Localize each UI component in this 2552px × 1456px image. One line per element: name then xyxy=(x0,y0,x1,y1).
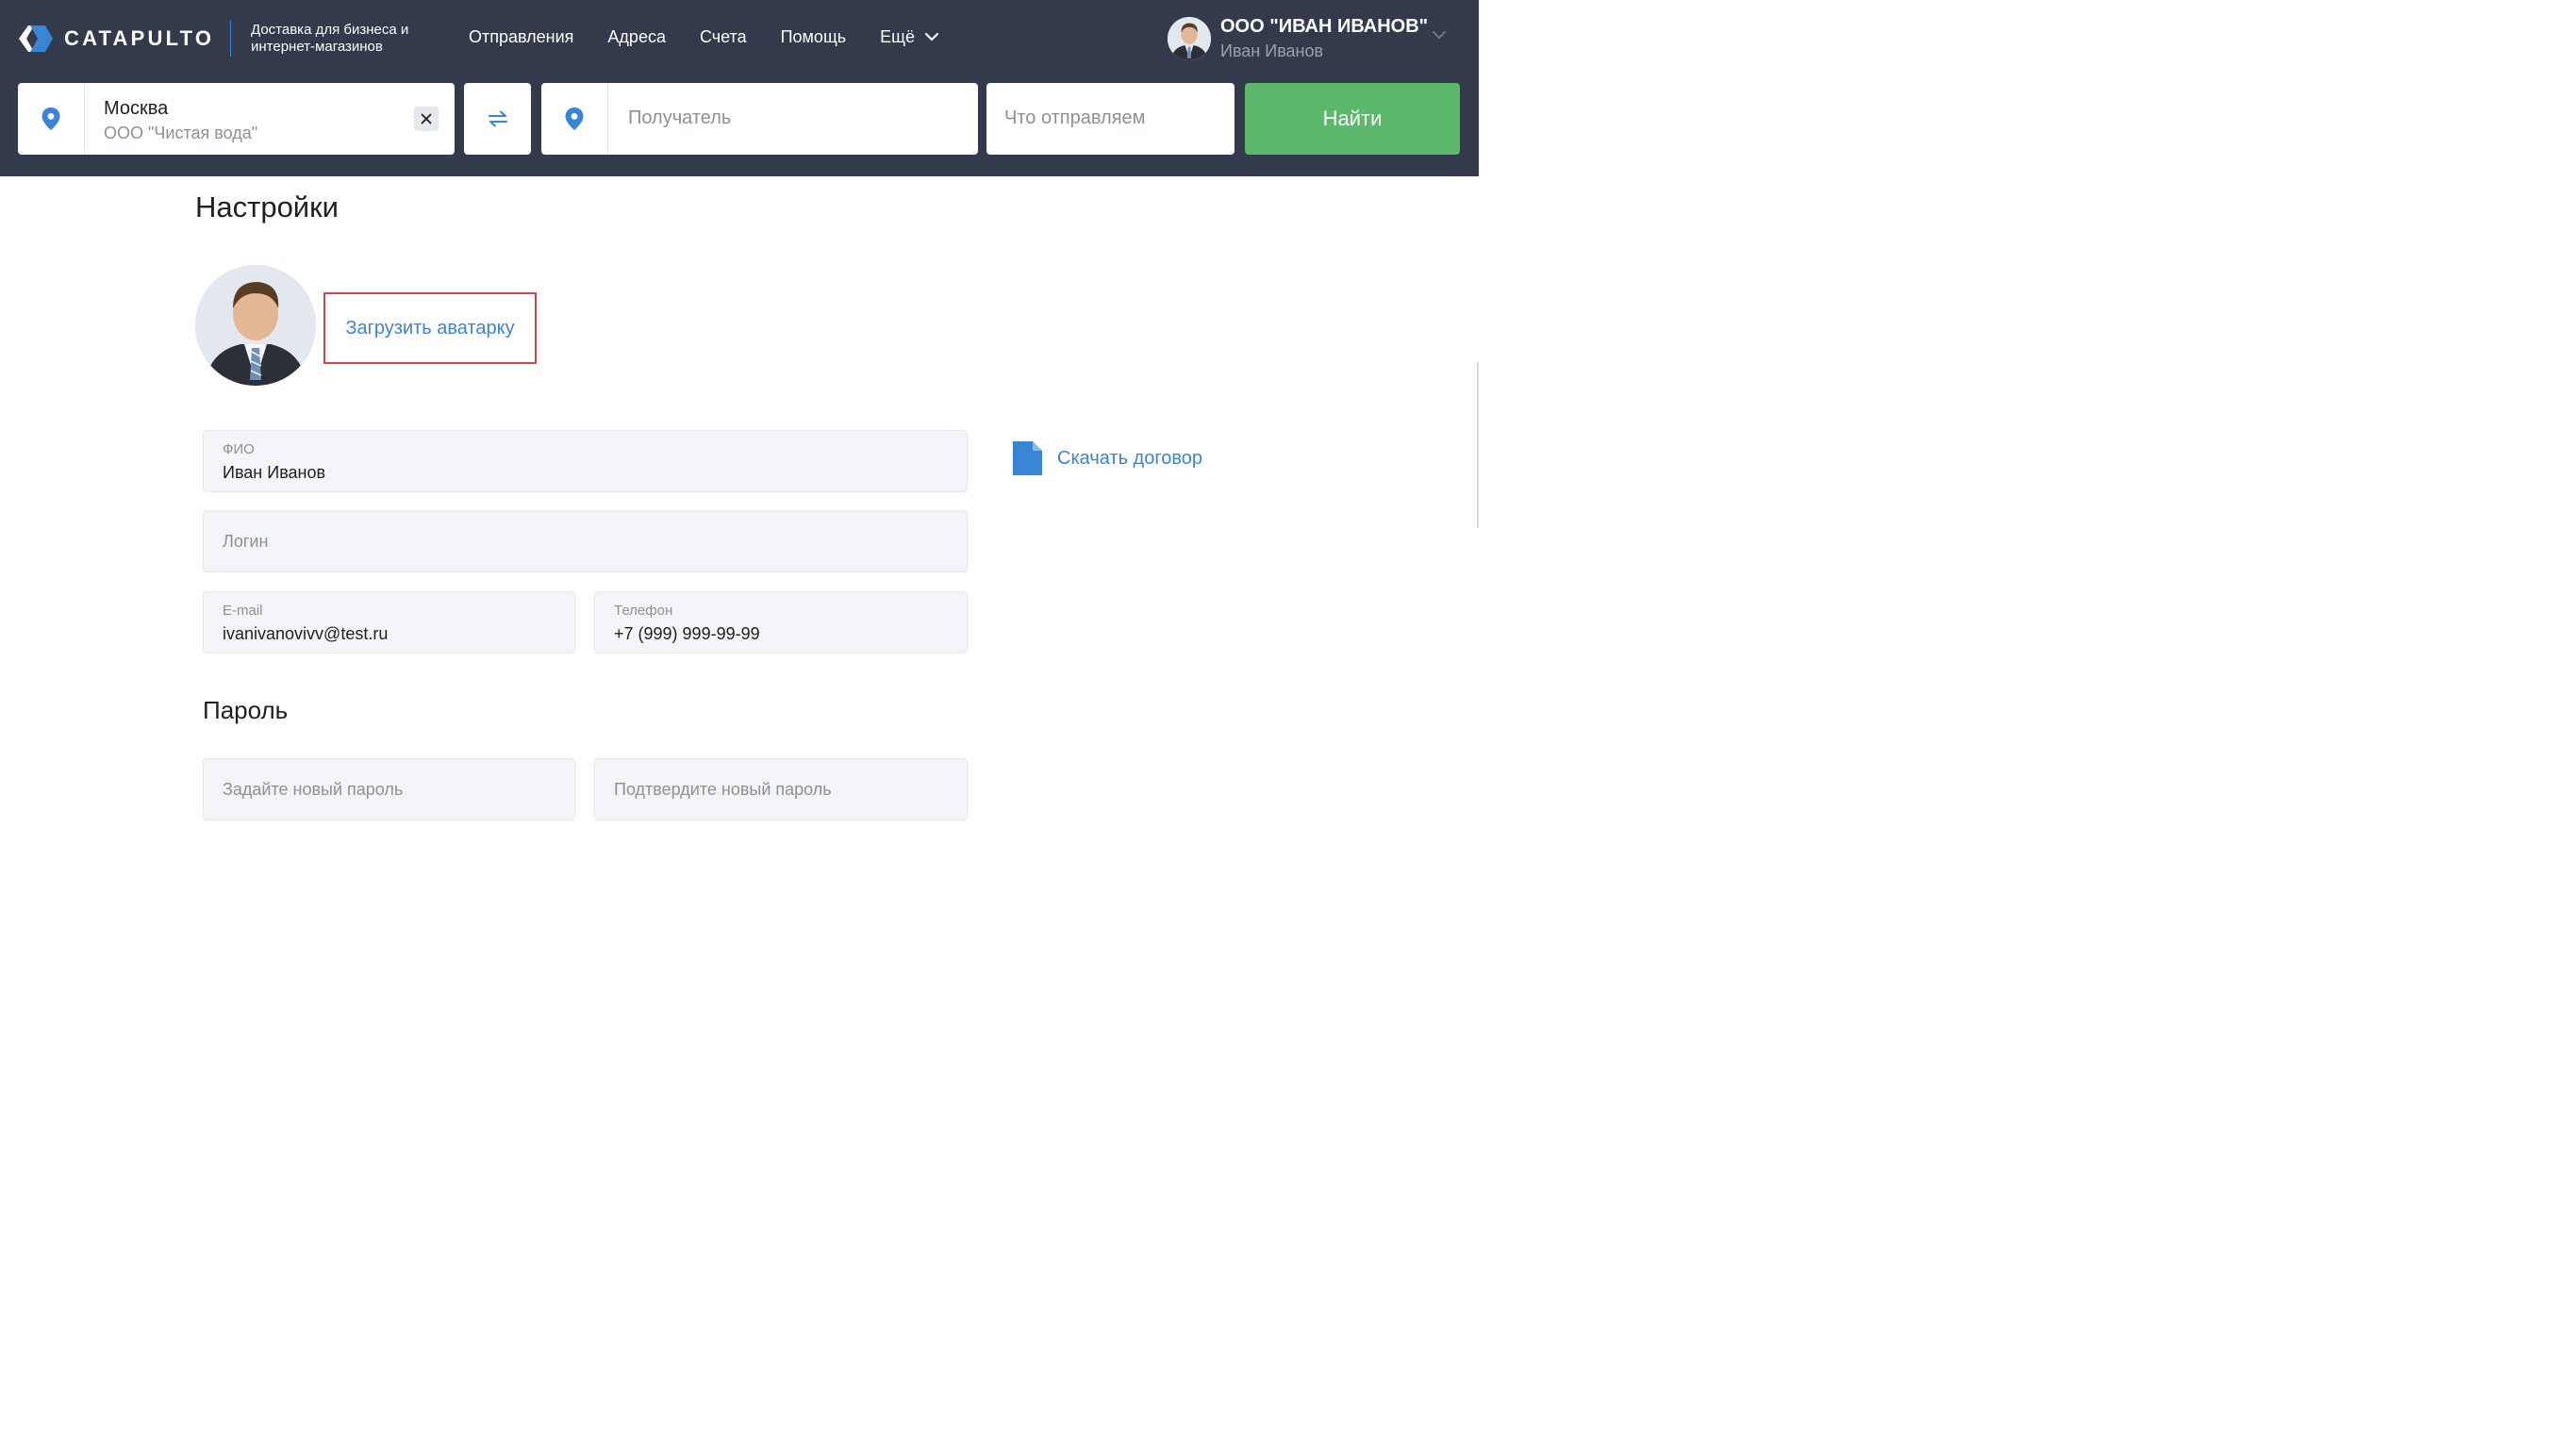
sender-organization: ООО "Чистая вода" xyxy=(104,124,258,142)
swap-arrows-icon xyxy=(488,110,507,127)
fio-value: Иван Иванов xyxy=(223,463,326,482)
top-header: CATAPULTO Доставка для бизнеса и интерне… xyxy=(0,0,1479,176)
brand-logo[interactable]: CATAPULTO xyxy=(17,23,214,55)
user-info: ООО "ИВАН ИВАНОВ" Иван Иванов xyxy=(1220,15,1428,62)
find-button[interactable]: Найти xyxy=(1245,83,1460,155)
upload-avatar-link[interactable]: Загрузить аватарку xyxy=(323,292,537,364)
page-title: Настройки xyxy=(195,190,340,223)
download-contract-link[interactable]: Скачать договор xyxy=(1013,441,1202,475)
swap-button[interactable] xyxy=(464,83,531,155)
recipient-field[interactable]: Получатель xyxy=(541,83,978,155)
avatar xyxy=(1168,17,1211,60)
map-pin-icon xyxy=(565,108,584,130)
scrollbar[interactable] xyxy=(1477,362,1479,528)
clear-sender-button[interactable] xyxy=(414,107,439,131)
logo-divider xyxy=(230,21,231,57)
user-name: Иван Иванов xyxy=(1220,41,1324,60)
login-placeholder: Логин xyxy=(223,531,269,551)
brand-tagline: Доставка для бизнеса и интернет-магазино… xyxy=(251,22,409,55)
user-avatar-photo xyxy=(195,265,316,386)
chevron-down-icon xyxy=(924,32,939,41)
profile-avatar xyxy=(195,265,316,386)
confirm-password-field[interactable]: Подтвердите новый пароль xyxy=(594,758,968,820)
password-section-title: Пароль xyxy=(203,696,289,724)
nav-item-help[interactable]: Помощь xyxy=(781,26,847,47)
user-avatar-photo xyxy=(1168,17,1211,60)
brand-name: CATAPULTO xyxy=(64,26,215,50)
fio-field[interactable]: ФИО Иван Иванов xyxy=(203,430,968,492)
chevron-down-icon[interactable] xyxy=(1432,30,1447,40)
nav-item-shipments[interactable]: Отправления xyxy=(469,26,573,47)
main-nav: Отправления Адреса Счета Помощь Ещё xyxy=(469,26,939,47)
email-label: E-mail xyxy=(223,603,263,619)
document-icon xyxy=(1013,441,1042,475)
new-password-placeholder: Задайте новый пароль xyxy=(223,779,404,799)
user-company: ООО "ИВАН ИВАНОВ" xyxy=(1220,16,1429,37)
nav-more-menu[interactable]: Ещё xyxy=(880,27,939,47)
email-value: ivanivanovivv@test.ru xyxy=(223,624,389,643)
nav-item-invoices[interactable]: Счета xyxy=(700,26,747,47)
sender-city: Москва xyxy=(104,98,169,119)
sender-field[interactable]: Москва ООО "Чистая вода" xyxy=(18,83,455,155)
user-menu[interactable]: ООО "ИВАН ИВАНОВ" Иван Иванов xyxy=(1168,15,1428,62)
phone-value: +7 (999) 999-99-99 xyxy=(614,624,760,643)
recipient-pin-cell xyxy=(541,83,608,155)
login-field[interactable]: Логин xyxy=(203,510,968,572)
cargo-field[interactable]: Что отправляем xyxy=(986,83,1235,155)
email-field[interactable]: E-mail ivanivanovivv@test.ru xyxy=(203,591,575,654)
phone-label: Телефон xyxy=(614,603,673,619)
download-contract-label: Скачать договор xyxy=(1057,447,1202,469)
settings-page: CATAPULTO Доставка для бизнеса и интерне… xyxy=(0,0,1479,833)
sender-pin-cell xyxy=(18,83,85,155)
fio-label: ФИО xyxy=(223,441,255,457)
recipient-placeholder: Получатель xyxy=(628,108,732,128)
cargo-placeholder: Что отправляем xyxy=(1004,108,1146,128)
phone-field[interactable]: Телефон +7 (999) 999-99-99 xyxy=(594,591,968,654)
confirm-password-placeholder: Подтвердите новый пароль xyxy=(614,779,832,799)
map-pin-icon xyxy=(41,108,60,130)
new-password-field[interactable]: Задайте новый пароль xyxy=(203,758,575,820)
nav-more-label: Ещё xyxy=(880,26,915,46)
close-icon xyxy=(421,113,432,124)
catapulto-logo-icon xyxy=(19,25,53,52)
nav-item-addresses[interactable]: Адреса xyxy=(607,26,666,47)
